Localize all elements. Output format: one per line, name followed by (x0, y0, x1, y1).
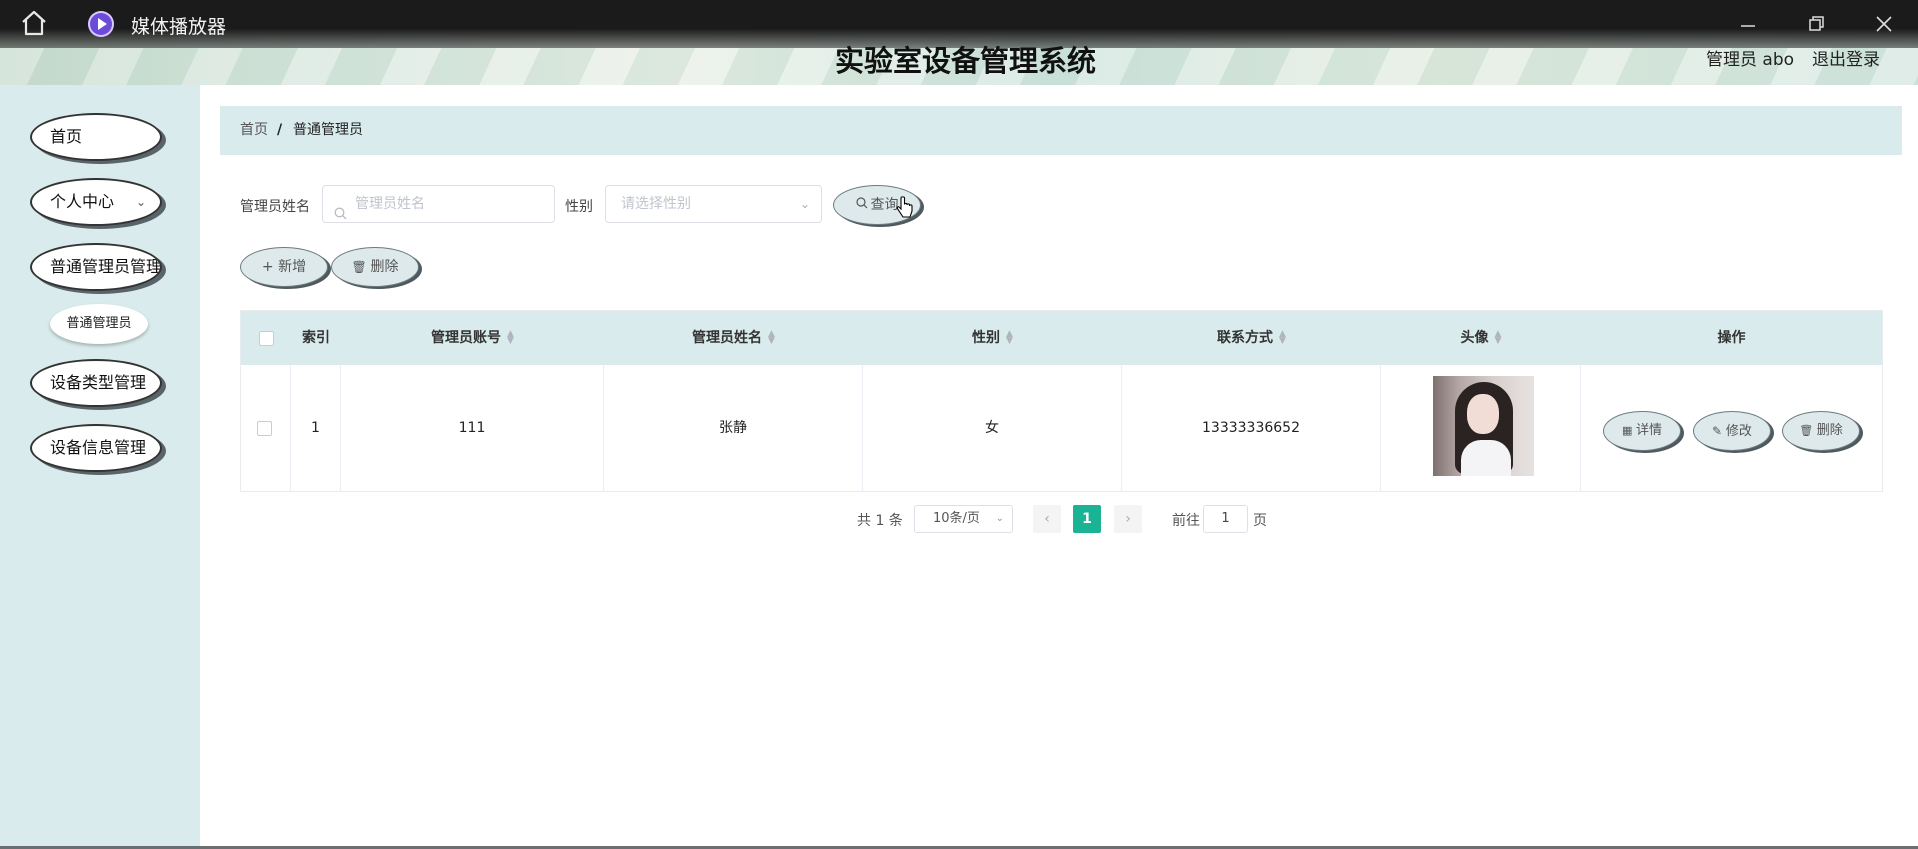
add-button[interactable]: + 新增 (240, 247, 328, 287)
chevron-down-icon: ⌄ (135, 195, 146, 209)
trash-icon: 🗑 (1799, 424, 1817, 437)
cell-gender: 女 (863, 365, 1122, 491)
document-icon: ▦ (1622, 424, 1636, 437)
sidebar-item-personal-center[interactable]: 个人中心 ⌄ (30, 178, 162, 226)
sidebar-item-home[interactable]: 首页 (30, 113, 162, 161)
header-account-label: 管理员账号 (431, 330, 502, 346)
header-account[interactable]: 管理员账号 ▲ ▼ (341, 311, 604, 365)
sort-icon[interactable]: ▲ ▼ (1495, 330, 1502, 346)
logout-link[interactable]: 退出登录 (1812, 45, 1880, 70)
chevron-down-icon: ⌄ (995, 513, 1004, 524)
search-icon (334, 198, 347, 234)
sort-icon[interactable]: ▲ ▼ (507, 330, 514, 346)
edit-button-label: 修改 (1725, 424, 1752, 439)
detail-button[interactable]: ▦ 详情 (1603, 411, 1681, 451)
page-unit-label: 页 (1253, 513, 1267, 529)
batch-delete-button[interactable]: 🗑 删除 (331, 247, 419, 287)
goto-page-input[interactable]: 1 (1203, 505, 1248, 533)
delete-button-label: 删除 (370, 259, 399, 275)
row-delete-button[interactable]: 🗑 删除 (1782, 411, 1860, 451)
sidebar-item-device-info[interactable]: 设备信息管理 (30, 424, 162, 472)
current-user-label: 管理员 abo (1706, 50, 1795, 70)
sidebar-item-label: 个人中心 (50, 192, 115, 211)
sidebar-item-label: 首页 (50, 127, 83, 146)
sidebar-item-label: 设备信息管理 (50, 438, 147, 457)
sidebar-item-label: 设备类型管理 (50, 373, 147, 392)
header-name[interactable]: 管理员姓名 ▲ ▼ (604, 311, 863, 365)
pagination-total: 共 1 条 (857, 513, 903, 529)
header-gender-label: 性别 (972, 330, 1001, 346)
page-size-select[interactable]: 10条/页 ⌄ (914, 505, 1013, 533)
media-player-icon (88, 11, 114, 37)
sort-icon[interactable]: ▲ ▼ (1006, 330, 1013, 346)
plus-icon: + (261, 259, 279, 275)
avatar (1433, 376, 1534, 476)
select-all-checkbox[interactable] (259, 331, 274, 346)
edit-icon: ✎ (1712, 424, 1726, 438)
chevron-right-icon: › (1125, 511, 1131, 527)
next-page-button[interactable]: › (1114, 505, 1142, 533)
gender-label: 性别 (565, 199, 593, 215)
breadcrumb-current: 普通管理员 (293, 122, 363, 138)
row-checkbox[interactable] (257, 421, 272, 436)
admin-name-input[interactable]: 管理员姓名 (322, 185, 555, 223)
breadcrumb-separator: / (277, 122, 283, 138)
chevron-down-icon: ⌄ (799, 197, 810, 211)
edit-button[interactable]: ✎ 修改 (1693, 411, 1771, 451)
cell-contact: 13333336652 (1122, 365, 1381, 491)
row-delete-label: 删除 (1816, 423, 1843, 438)
header-gender[interactable]: 性别 ▲ ▼ (863, 311, 1122, 365)
cursor-hand-icon (896, 196, 914, 224)
header-name-label: 管理员姓名 (692, 330, 763, 346)
table-row (241, 365, 291, 491)
prev-page-button[interactable]: ‹ (1033, 505, 1061, 533)
cell-name: 张静 (604, 365, 863, 491)
detail-button-label: 详情 (1635, 423, 1662, 438)
search-icon (855, 186, 868, 224)
sidebar-item-admin-management[interactable]: 普通管理员管理 (30, 243, 162, 291)
page-size-value: 10条/页 (933, 511, 980, 526)
admin-name-label: 管理员姓名 (240, 199, 310, 215)
page-number-button[interactable]: 1 (1073, 505, 1101, 533)
add-button-label: 新增 (278, 259, 307, 275)
header-avatar-label: 头像 (1460, 330, 1489, 346)
sidebar-subitem-label: 普通管理员 (66, 316, 132, 331)
sort-icon[interactable]: ▲ ▼ (1279, 330, 1286, 346)
header-index: 索引 (302, 330, 330, 346)
minimize-button[interactable] (1728, 8, 1768, 40)
system-title: 实验室设备管理系统 (835, 44, 1097, 78)
chevron-left-icon: ‹ (1044, 511, 1050, 527)
goto-label: 前往 (1172, 513, 1200, 529)
window-title: 媒体播放器 (131, 16, 227, 38)
home-icon[interactable] (20, 10, 50, 38)
gender-select[interactable]: 请选择性别 ⌄ (605, 185, 822, 223)
breadcrumb-home[interactable]: 首页 (240, 106, 268, 155)
header-contact-label: 联系方式 (1217, 330, 1274, 346)
cell-account: 111 (341, 365, 604, 491)
sidebar-subitem-admin[interactable]: 普通管理员 (50, 304, 148, 344)
restore-button[interactable] (1796, 8, 1836, 40)
sidebar-item-device-type[interactable]: 设备类型管理 (30, 359, 162, 407)
admin-table: 索引 管理员账号 ▲ ▼ 管理员姓名 ▲ ▼ 性别 ▲ ▼ 联系方式 ▲ ▼ 头像 ▲ ▼ 操作 1… (240, 310, 1883, 492)
query-button-label: 查询 (870, 197, 899, 213)
close-button[interactable] (1864, 8, 1904, 40)
sidebar-item-label: 普通管理员管理 (50, 257, 162, 276)
sidebar: 首页 个人中心 ⌄ 普通管理员管理 普通管理员 设备类型管理 设备信息管理 (0, 85, 200, 849)
breadcrumb: 首页 / 普通管理员 (220, 106, 1902, 155)
gender-placeholder: 请选择性别 (621, 196, 691, 212)
header-contact[interactable]: 联系方式 ▲ ▼ (1122, 311, 1381, 365)
header-avatar[interactable]: 头像 ▲ ▼ (1381, 311, 1581, 365)
header-operations: 操作 (1717, 330, 1746, 346)
sort-icon[interactable]: ▲ ▼ (768, 330, 775, 346)
admin-name-placeholder: 管理员姓名 (355, 196, 425, 212)
select-all-cell (241, 311, 291, 365)
trash-icon: 🗑 (351, 260, 371, 274)
cell-index: 1 (291, 365, 341, 491)
